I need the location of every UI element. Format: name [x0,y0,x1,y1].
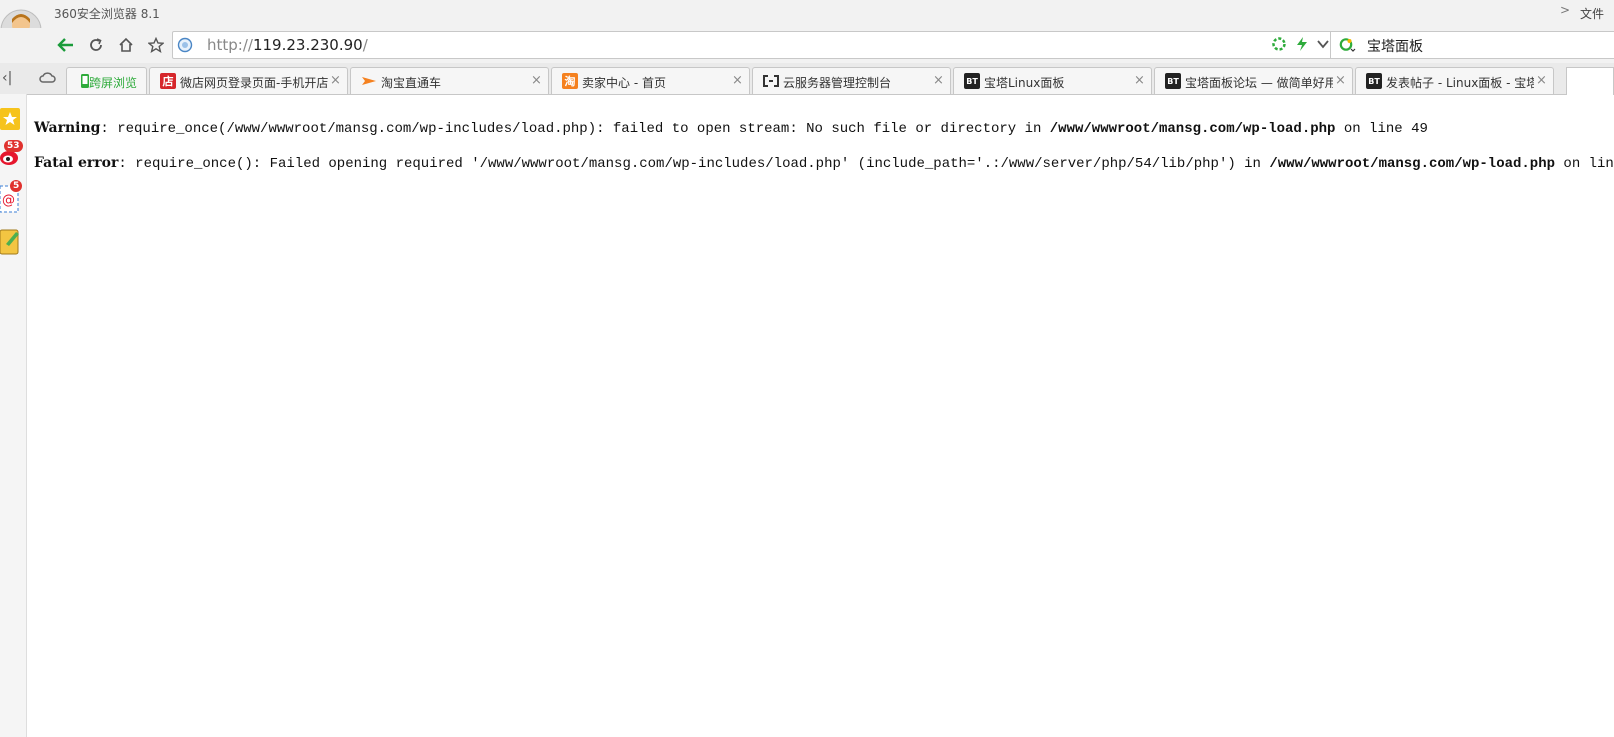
close-icon[interactable]: × [531,73,542,88]
warning-message: : require_once(/www/wwwroot/mansg.com/wp… [100,121,1050,137]
tab-label: 淘宝直通车 [381,76,442,90]
home-button[interactable] [113,32,139,58]
favorite-button[interactable] [143,32,169,58]
sidebar: 53 @ 5 [0,94,27,737]
close-icon[interactable]: × [1335,73,1346,88]
tab-seller-center[interactable]: 淘 卖家中心 - 首页 × [551,67,750,94]
tab-bar: ‹| 跨屏浏览 店 微店网页登录页面-手机开店 × 淘宝直通车 × 淘 卖家中心… [0,63,1614,95]
weidian-icon: 店 [160,73,176,89]
page-content: Warning: require_once(/www/wwwroot/mansg… [34,120,1614,190]
url-path: / [362,36,368,54]
app-title: 360安全浏览器 8.1 [54,7,160,21]
chevron-right-icon[interactable]: > [1560,3,1570,17]
navigation-bar: http://119.23.230.90/ 宝塔面板 [0,28,1614,63]
fatal-file: /www/wwwroot/mansg.com/wp-load.php [1269,156,1556,172]
notes-icon [0,229,19,255]
address-bar[interactable]: http://119.23.230.90/ [172,31,1332,59]
compat-mode-icon[interactable] [1271,36,1287,52]
url-scheme: http:// [207,36,253,54]
tab-bt-post[interactable]: BT 发表帖子 - Linux面板 - 宝塔 × [1355,67,1554,94]
tab-label: 卖家中心 - 首页 [582,76,666,90]
php-warning: Warning: require_once(/www/wwwroot/mansg… [34,120,1614,155]
bt-icon: BT [1165,73,1181,89]
weibo-badge: 53 [4,140,23,152]
globe-icon [177,37,193,53]
lightning-icon[interactable] [1295,36,1309,52]
close-icon[interactable]: × [1134,73,1145,88]
warning-label: Warning [34,120,101,136]
back-button[interactable] [53,32,79,58]
cloud-icon[interactable] [38,69,56,85]
refresh-icon [90,38,102,51]
fatal-on-line: on line [1563,156,1614,172]
home-icon [119,37,133,52]
close-icon[interactable]: × [732,73,743,88]
360-search-icon [1339,38,1356,52]
chevron-down-icon[interactable] [1316,37,1330,51]
bt-icon: BT [1366,73,1382,89]
file-menu[interactable]: 文件 [1580,5,1604,22]
star-icon [148,37,164,53]
php-fatal-error: Fatal error: require_once(): Failed open… [34,155,1614,190]
bt-icon: BT [964,73,980,89]
tab-scroll-left-icon[interactable]: ‹| [2,70,12,86]
close-icon[interactable]: × [1536,73,1547,88]
tab-label: 跨屏浏览 [89,76,138,90]
tab-label: 宝塔面板论坛 — 做简单好用 [1185,76,1333,90]
tab-label: 云服务器管理控制台 [783,76,892,90]
tab-active[interactable] [1566,67,1614,95]
sidebar-notes[interactable] [0,228,26,260]
close-icon[interactable]: × [933,73,944,88]
sidebar-favorites[interactable] [0,108,26,134]
search-input[interactable]: 宝塔面板 [1367,36,1423,56]
url-host: 119.23.230.90 [252,36,363,54]
aliyun-icon [763,73,779,89]
tab-cross-screen[interactable]: 跨屏浏览 [66,67,147,94]
warning-file: /www/wwwroot/mansg.com/wp-load.php [1049,121,1336,137]
warning-on-line: on line [1335,121,1412,137]
tab-label: 微店网页登录页面-手机开店 [180,76,328,90]
warning-line-number: 49 [1411,121,1428,137]
taobao-ztc-icon [361,73,377,89]
tab-bt-panel[interactable]: BT 宝塔Linux面板 × [953,67,1152,94]
refresh-button[interactable] [83,32,109,58]
address-url[interactable]: http://119.23.230.90/ [207,36,368,54]
favorites-star-icon [0,108,20,130]
back-arrow-icon [57,38,73,52]
tab-taobao-ztc[interactable]: 淘宝直通车 × [350,67,549,94]
tab-bt-forum[interactable]: BT 宝塔面板论坛 — 做简单好用 × [1154,67,1353,94]
tab-label: 宝塔Linux面板 [984,76,1065,90]
tab-label: 发表帖子 - Linux面板 - 宝塔 [1386,76,1534,90]
close-icon[interactable]: × [330,73,341,88]
sidebar-weibo[interactable]: 53 [0,140,26,172]
taobao-icon: 淘 [562,73,578,89]
sidebar-mail[interactable]: @ 5 [0,180,26,218]
svg-text:@: @ [2,193,15,208]
title-bar: 360安全浏览器 8.1 > 文件 [0,0,1614,51]
search-box[interactable]: 宝塔面板 [1331,31,1614,59]
tab-aliyun-console[interactable]: 云服务器管理控制台 × [752,67,951,94]
fatal-label: Fatal error [34,155,119,171]
fatal-message: : require_once(): Failed opening require… [118,156,1270,172]
tab-weidian[interactable]: 店 微店网页登录页面-手机开店 × [149,67,348,94]
